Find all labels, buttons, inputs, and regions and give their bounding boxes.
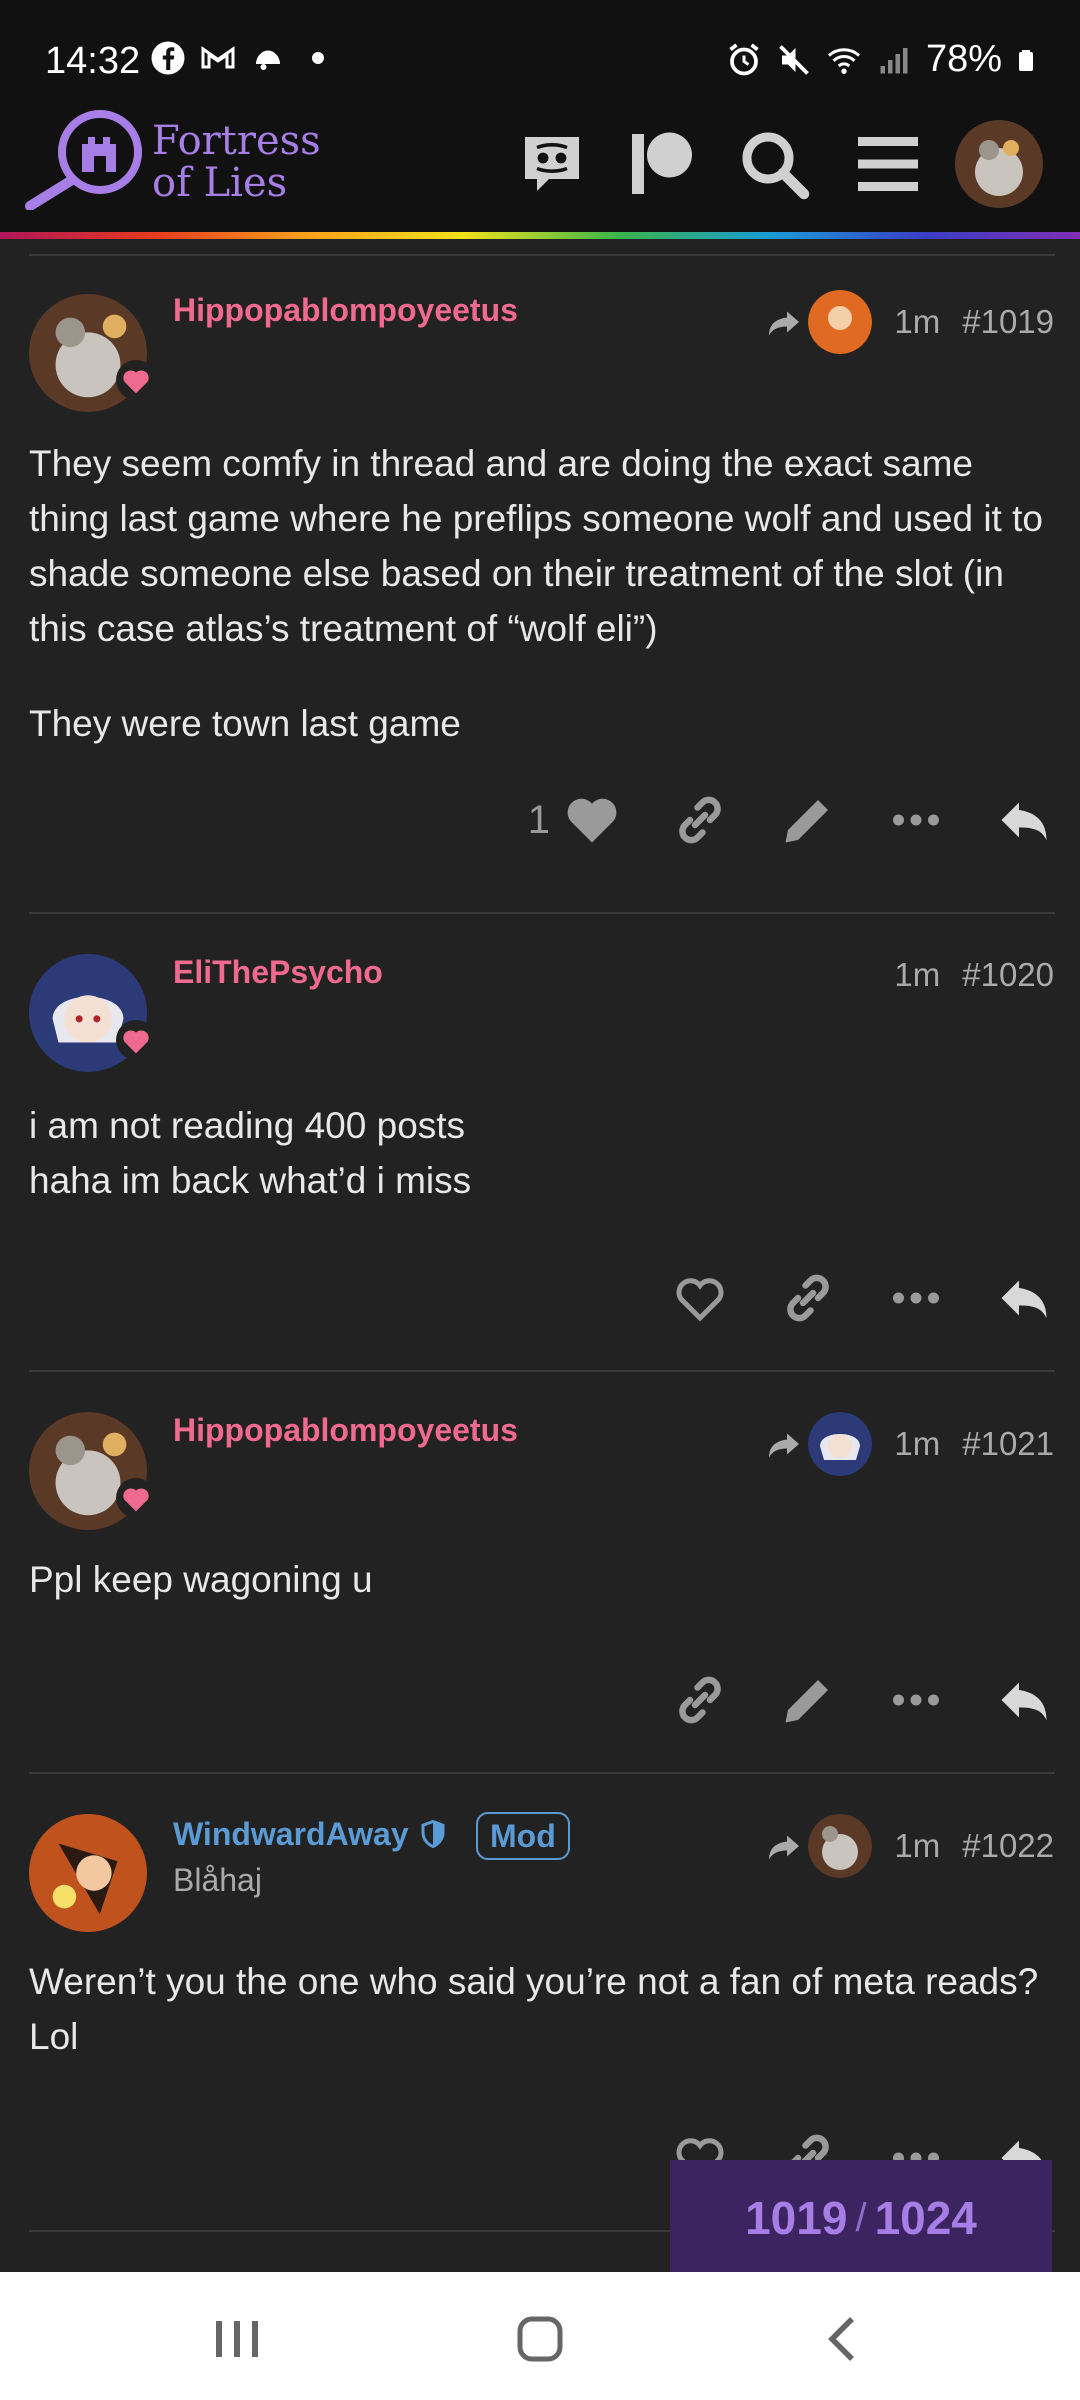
logo-line-2: of Lies [152, 160, 288, 206]
post-time[interactable]: 1m [894, 956, 940, 994]
post-actions [670, 1670, 1054, 1730]
post-body: They seem comfy in thread and are doing … [29, 436, 1049, 791]
patreon-icon[interactable] [626, 128, 698, 200]
heart-badge-icon [116, 1478, 156, 1518]
post-time[interactable]: 1m [894, 1827, 940, 1865]
site-logo[interactable]: Fortress of Lies [24, 110, 321, 210]
share-arrow-icon [769, 1835, 800, 1860]
wifi-icon [827, 47, 860, 74]
more-options-icon[interactable] [886, 790, 946, 850]
notification-icon [256, 50, 280, 70]
link-icon[interactable] [670, 790, 730, 850]
signal-icon [880, 47, 908, 73]
heart-outline-icon[interactable] [670, 1268, 730, 1328]
post-paragraph: They seem comfy in thread and are doing … [29, 443, 1043, 649]
moderator-shield-icon [421, 1819, 444, 1849]
reply-to-indicator[interactable] [766, 1412, 873, 1476]
search-icon[interactable] [738, 128, 810, 200]
dot-icon [312, 52, 324, 64]
post-paragraph: haha im back what’d i miss [29, 1160, 472, 1201]
post-paragraph: i am not reading 400 posts [29, 1105, 466, 1146]
reply-icon[interactable] [994, 1670, 1054, 1730]
facebook-icon [151, 41, 185, 75]
link-icon[interactable] [778, 1268, 838, 1328]
post-time[interactable]: 1m [894, 1425, 940, 1463]
progress-separator: / [855, 2195, 867, 2240]
menu-icon[interactable] [852, 128, 924, 200]
reply-to-indicator[interactable] [766, 290, 873, 354]
more-options-icon[interactable] [886, 1268, 946, 1328]
heart-filled-icon[interactable] [562, 790, 622, 850]
post-time[interactable]: 1m [894, 303, 940, 341]
post-actions: 1 [528, 790, 1054, 850]
share-arrow-icon [769, 1433, 800, 1458]
status-bar: 14:32 78% [0, 0, 1080, 108]
reply-avatar [808, 1814, 873, 1878]
system-nav-bar [0, 2272, 1080, 2400]
post-username[interactable]: EliThePsycho [173, 954, 383, 991]
battery-percent: 78% [925, 38, 1002, 80]
topic-progress[interactable]: 1019 / 1024 [670, 2160, 1052, 2276]
edit-pencil-icon[interactable] [778, 790, 838, 850]
site-header: Fortress of Lies [0, 108, 1080, 234]
post-1021: Hippopablompoyeetus 1m #1021 Ppl keep wa… [0, 1372, 1080, 1774]
user-title: Blåhaj [173, 1862, 262, 1898]
heart-badge-icon [116, 1020, 156, 1060]
rainbow-divider [0, 232, 1080, 239]
post-actions [670, 1268, 1054, 1328]
logo-line-1: Fortress [152, 118, 321, 164]
post-username[interactable]: Hippopablompoyeetus [173, 292, 518, 329]
reply-icon[interactable] [994, 790, 1054, 850]
like-count: 1 [527, 797, 550, 842]
edit-pencil-icon[interactable] [778, 1670, 838, 1730]
post-username[interactable]: WindwardAway [173, 1816, 448, 1853]
battery-icon [1019, 49, 1033, 71]
post-1019: Hippopablompoyeetus 1m #1019 They seem c… [0, 250, 1080, 914]
back-icon[interactable] [814, 2314, 874, 2364]
mod-badge: Mod [476, 1812, 570, 1860]
post-number[interactable]: #1019 [962, 303, 1054, 341]
user-avatar[interactable] [955, 120, 1043, 208]
discord-icon[interactable] [516, 128, 588, 200]
status-time: 14:32 [45, 40, 141, 82]
more-options-icon[interactable] [886, 1670, 946, 1730]
reply-to-indicator[interactable] [766, 1814, 873, 1878]
link-icon[interactable] [670, 1670, 730, 1730]
post-number[interactable]: #1022 [962, 1827, 1054, 1865]
home-icon[interactable] [510, 2314, 570, 2364]
alarm-icon [729, 43, 759, 75]
post-number[interactable]: #1020 [962, 956, 1054, 994]
post-username[interactable]: Hippopablompoyeetus [173, 1412, 518, 1449]
post-number[interactable]: #1021 [962, 1425, 1054, 1463]
post-paragraph: Ppl keep wagoning u [29, 1559, 373, 1600]
post-paragraph: Weren’t you the one who said you’re not … [29, 1961, 1039, 2057]
recent-apps-icon[interactable] [208, 2314, 268, 2364]
post-1020: EliThePsycho 1m #1020 i am not reading 4… [0, 912, 1080, 1372]
reply-icon[interactable] [994, 1268, 1054, 1328]
post-body: Weren’t you the one who said you’re not … [29, 1954, 1049, 2064]
mute-icon [779, 44, 809, 75]
post-body: i am not reading 400 posts haha im back … [29, 1098, 1049, 1208]
avatar[interactable] [29, 1814, 147, 1932]
heart-badge-icon [116, 360, 156, 400]
progress-current: 1019 [745, 2192, 848, 2244]
share-arrow-icon [769, 311, 800, 336]
gmail-icon [201, 46, 235, 69]
progress-total: 1024 [874, 2192, 977, 2244]
magnifier-castle-logo-icon [25, 110, 142, 210]
post-paragraph: They were town last game [29, 703, 461, 744]
reply-avatar [808, 1412, 873, 1476]
post-body: Ppl keep wagoning u [29, 1552, 1049, 1607]
reply-avatar [808, 290, 873, 354]
